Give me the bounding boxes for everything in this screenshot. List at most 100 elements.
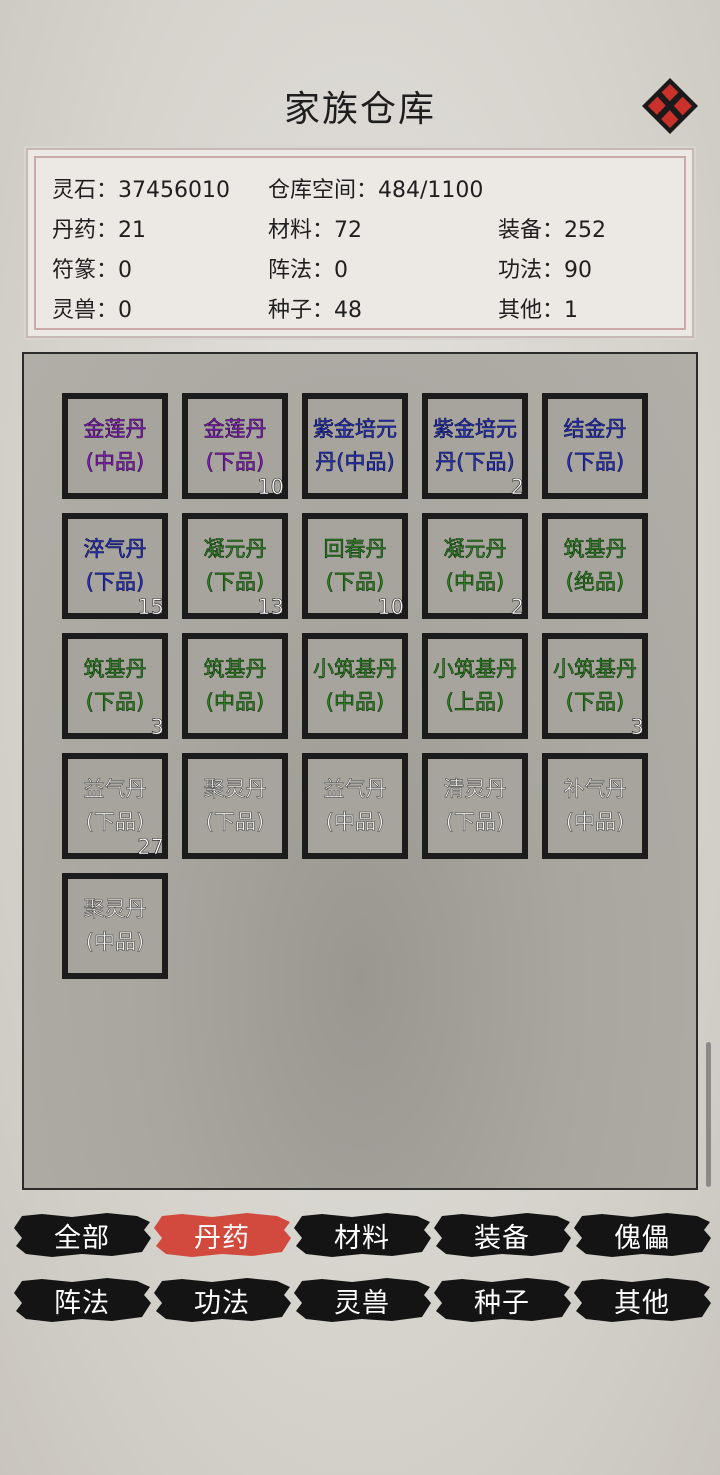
item-grade: (中品) [85,450,145,475]
close-button[interactable] [640,76,700,136]
item-name: 补气丹 [563,777,627,802]
inventory-item-slot[interactable]: 聚灵丹 (中品) [62,873,168,979]
item-slot-face: 结金丹 (下品) [548,399,642,493]
item-name: 筑基丹 [203,657,267,682]
item-quantity: 2 [510,595,524,620]
close-icon [642,78,698,134]
inventory-item-slot[interactable]: 回春丹 (下品) 10 [302,513,408,619]
item-name: 凝元丹 [203,537,267,562]
category-tab-label: 傀儡 [614,1222,670,1254]
inventory-item-slot[interactable]: 金莲丹 (中品) [62,393,168,499]
inventory-item-slot[interactable]: 紫金培元 丹(中品) [302,393,408,499]
scrollbar[interactable] [706,1042,711,1187]
item-slot-face: 淬气丹 (下品) 15 [68,519,164,619]
beasts-count: 灵兽：0 [52,298,132,323]
category-tab[interactable]: 种子 [432,1273,572,1327]
inventory-item-slot[interactable]: 小筑基丹 (上品) [422,633,528,739]
category-tab-label: 种子 [474,1287,530,1319]
item-quantity: 2 [510,475,524,500]
techniques-count: 功法：90 [498,258,592,283]
category-tab[interactable]: 材料 [292,1208,432,1262]
category-tab[interactable]: 装备 [432,1208,572,1262]
item-name: 结金丹 [563,417,627,442]
inventory-item-slot[interactable]: 筑基丹 (下品) 3 [62,633,168,739]
warehouse-capacity: 仓库空间：484/1100 [268,178,484,203]
item-name: 小筑基丹 [433,657,518,682]
item-grade: (下品) [205,810,265,835]
inventory-item-slot[interactable]: 清灵丹 (下品) [422,753,528,859]
inventory-item-slot[interactable]: 金莲丹 (下品) 10 [182,393,288,499]
item-slot-face: 紫金培元 丹(下品) 2 [428,399,524,499]
inventory-item-slot[interactable]: 凝元丹 (下品) 13 [182,513,288,619]
equipment-count: 装备：252 [498,218,606,243]
talismans-count: 符篆：0 [52,258,132,283]
category-tab-label: 装备 [474,1222,530,1254]
item-slot-face: 聚灵丹 (下品) [188,759,282,853]
item-grade: (中品) [85,930,145,955]
item-name: 金莲丹 [203,417,267,442]
item-quantity: 10 [257,475,284,500]
others-count: 其他：1 [498,298,578,323]
category-tab-label: 阵法 [54,1287,110,1319]
category-tab[interactable]: 灵兽 [292,1273,432,1327]
inventory-item-slot[interactable]: 筑基丹 (中品) [182,633,288,739]
formations-count: 阵法：0 [268,258,348,283]
item-slot-face: 补气丹 (中品) [548,759,642,853]
inventory-item-slot[interactable]: 聚灵丹 (下品) [182,753,288,859]
item-name: 聚灵丹 [203,777,267,802]
item-name: 淬气丹 [83,537,147,562]
item-name: 筑基丹 [563,537,627,562]
inventory-item-slot[interactable]: 益气丹 (中品) [302,753,408,859]
inventory-item-slot[interactable]: 补气丹 (中品) [542,753,648,859]
item-slot-face: 聚灵丹 (中品) [68,879,162,973]
item-name: 回春丹 [323,537,387,562]
item-slot-face: 益气丹 (中品) [308,759,402,853]
item-name: 筑基丹 [83,657,147,682]
materials-count: 材料：72 [268,218,362,243]
category-tab[interactable]: 傀儡 [572,1208,712,1262]
inventory-item-slot[interactable]: 小筑基丹 (中品) [302,633,408,739]
inventory-item-slot[interactable]: 凝元丹 (中品) 2 [422,513,528,619]
category-tab-label: 全部 [54,1222,110,1254]
warehouse-stats-panel: 灵石：37456010 仓库空间：484/1100 丹药：21 材料：72 装备… [26,148,694,338]
item-grade: (中品) [565,810,625,835]
item-quantity: 3 [630,715,644,740]
inventory-item-slot[interactable]: 小筑基丹 (下品) 3 [542,633,648,739]
item-grade: (下品) [445,810,505,835]
category-tab[interactable]: 其他 [572,1273,712,1327]
item-grade: (下品) [85,690,145,715]
item-grade: (下品) [205,570,265,595]
item-name: 小筑基丹 [313,657,398,682]
item-slot-face: 清灵丹 (下品) [428,759,522,853]
inventory-item-slot[interactable]: 结金丹 (下品) [542,393,648,499]
category-tab[interactable]: 丹药 [152,1208,292,1262]
category-tab[interactable]: 阵法 [12,1273,152,1327]
item-slot-face: 紫金培元 丹(中品) [308,399,402,493]
item-name: 清灵丹 [443,777,507,802]
page-title: 家族仓库 [283,89,436,130]
item-grade: (下品) [565,450,625,475]
item-grade: (上品) [445,690,505,715]
item-slot-face: 小筑基丹 (下品) 3 [548,639,644,739]
spirit-stone-count: 灵石：37456010 [52,178,230,203]
item-grade: (下品) [565,690,625,715]
item-name: 小筑基丹 [553,657,638,682]
inventory-item-slot[interactable]: 筑基丹 (绝品) [542,513,648,619]
category-tab[interactable]: 全部 [12,1208,152,1262]
category-tab-label: 材料 [334,1222,390,1254]
inventory-item-slot[interactable]: 益气丹 (下品) 27 [62,753,168,859]
item-slot-face: 小筑基丹 (中品) [308,639,402,733]
item-slot-face: 凝元丹 (中品) 2 [428,519,524,619]
item-slot-face: 凝元丹 (下品) 13 [188,519,284,619]
item-name: 益气丹 [83,777,147,802]
item-quantity: 27 [137,835,164,860]
inventory-item-slot[interactable]: 淬气丹 (下品) 15 [62,513,168,619]
inventory-item-slot[interactable]: 紫金培元 丹(下品) 2 [422,393,528,499]
item-name: 聚灵丹 [83,897,147,922]
item-quantity: 3 [150,715,164,740]
category-tab-label: 功法 [194,1287,250,1319]
item-slot-face: 金莲丹 (中品) [68,399,162,493]
item-grade: 丹(下品) [435,450,515,475]
category-tab[interactable]: 功法 [152,1273,292,1327]
item-name: 紫金培元 [313,417,398,442]
